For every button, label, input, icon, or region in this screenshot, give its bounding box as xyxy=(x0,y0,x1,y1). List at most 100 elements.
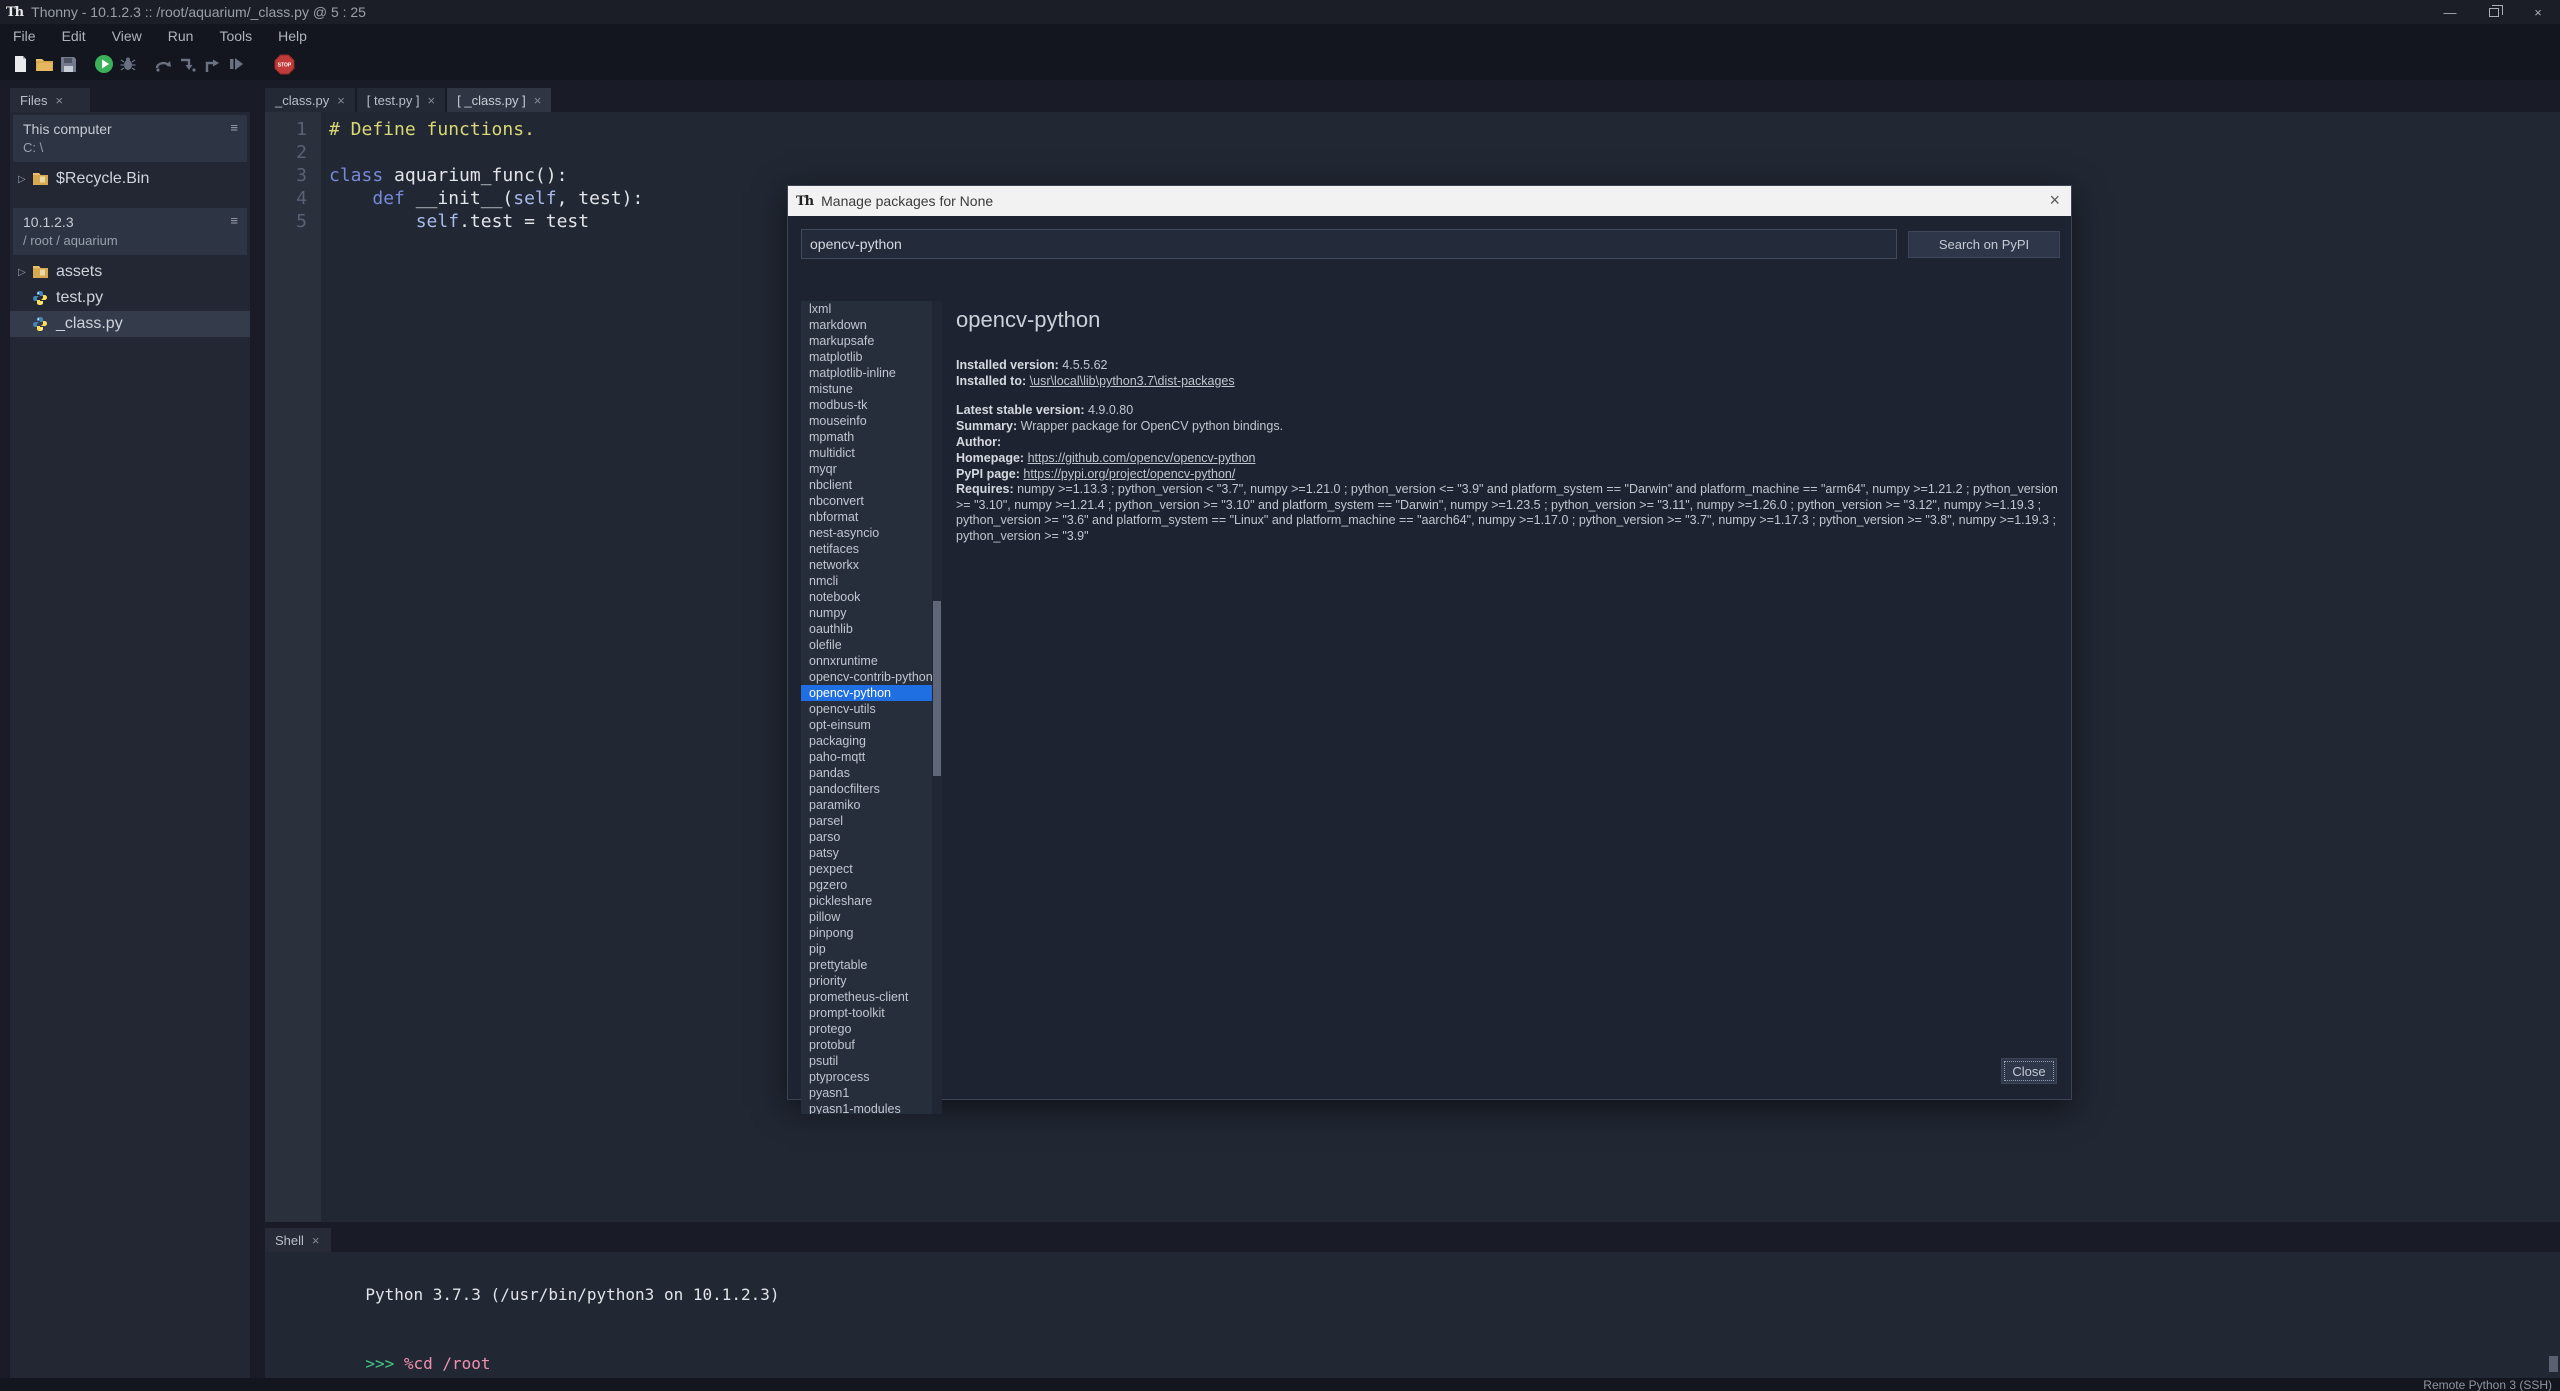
package-list-item[interactable]: markupsafe xyxy=(801,333,932,349)
expander-icon[interactable]: ▷ xyxy=(18,267,32,278)
package-list-item[interactable]: patsy xyxy=(801,845,932,861)
package-list-item[interactable]: protego xyxy=(801,1021,932,1037)
package-list-item[interactable]: numpy xyxy=(801,605,932,621)
tree-item[interactable]: ▷ _class.py xyxy=(10,311,250,337)
save-file-button[interactable] xyxy=(56,52,80,76)
dialog-close-icon[interactable]: × xyxy=(2049,190,2060,211)
menu-help[interactable]: Help xyxy=(265,24,320,48)
shell-scrollbar-thumb[interactable] xyxy=(2549,1356,2558,1372)
package-list-scrollbar[interactable] xyxy=(932,301,942,1114)
step-into-button[interactable] xyxy=(176,52,200,76)
shell-output[interactable]: Python 3.7.3 (/usr/bin/python3 on 10.1.2… xyxy=(265,1252,2560,1378)
package-list-item[interactable]: mpmath xyxy=(801,429,932,445)
close-window-button[interactable]: × xyxy=(2516,0,2560,24)
step-over-button[interactable] xyxy=(152,52,176,76)
package-list-item[interactable]: myqr xyxy=(801,461,932,477)
restore-button[interactable] xyxy=(2472,0,2516,24)
package-list-item[interactable]: matplotlib xyxy=(801,349,932,365)
menu-tools[interactable]: Tools xyxy=(206,24,265,48)
package-list-item[interactable]: mistune xyxy=(801,381,932,397)
package-list-item[interactable]: prometheus-client xyxy=(801,989,932,1005)
package-list-item[interactable]: psutil xyxy=(801,1053,932,1069)
package-list-item[interactable]: pyasn1-modules xyxy=(801,1101,932,1114)
package-list-item[interactable]: prettytable xyxy=(801,957,932,973)
package-list-item[interactable]: parso xyxy=(801,829,932,845)
menu-run[interactable]: Run xyxy=(155,24,207,48)
backend-indicator[interactable]: Remote Python 3 (SSH) xyxy=(2423,1378,2552,1391)
package-list-item[interactable]: pandas xyxy=(801,765,932,781)
package-list-item[interactable]: nmcli xyxy=(801,573,932,589)
package-list-item[interactable]: prompt-toolkit xyxy=(801,1005,932,1021)
package-list-item[interactable]: opencv-python xyxy=(801,685,932,701)
package-list-item[interactable]: modbus-tk xyxy=(801,397,932,413)
package-list-item[interactable]: nbconvert xyxy=(801,493,932,509)
package-list-item[interactable]: pyasn1 xyxy=(801,1085,932,1101)
package-list-item[interactable]: multidict xyxy=(801,445,932,461)
package-list-item[interactable]: parsel xyxy=(801,813,932,829)
package-list-item[interactable]: pandocfilters xyxy=(801,781,932,797)
package-list-item[interactable]: matplotlib-inline xyxy=(801,365,932,381)
run-button[interactable] xyxy=(92,52,116,76)
package-list-item[interactable]: paho-mqtt xyxy=(801,749,932,765)
package-list-item[interactable]: pinpong xyxy=(801,925,932,941)
package-list-item[interactable]: packaging xyxy=(801,733,932,749)
package-list-item[interactable]: nbclient xyxy=(801,477,932,493)
editor-tab[interactable]: [ _class.py ] × xyxy=(447,88,552,112)
package-list-item[interactable]: netifaces xyxy=(801,541,932,557)
package-list-item[interactable]: opencv-utils xyxy=(801,701,932,717)
dialog-titlebar[interactable]: Th Manage packages for None × xyxy=(788,186,2071,216)
package-list-item[interactable]: pickleshare xyxy=(801,893,932,909)
package-list-item[interactable]: networkx xyxy=(801,557,932,573)
package-search-input[interactable] xyxy=(801,229,1897,259)
package-list-item[interactable]: nbformat xyxy=(801,509,932,525)
files-tab-close-icon[interactable]: × xyxy=(55,93,63,108)
editor-tab[interactable]: _class.py × xyxy=(265,88,355,112)
package-list-item[interactable]: pgzero xyxy=(801,877,932,893)
tree-item[interactable]: ▷ test.py xyxy=(10,285,250,311)
editor-tab-close-icon[interactable]: × xyxy=(428,93,436,108)
package-list-item[interactable]: notebook xyxy=(801,589,932,605)
package-list-item[interactable]: nest-asyncio xyxy=(801,525,932,541)
package-list-item[interactable]: ptyprocess xyxy=(801,1069,932,1085)
menu-edit[interactable]: Edit xyxy=(49,24,99,48)
dialog-close-button[interactable]: Close xyxy=(2001,1058,2057,1084)
menu-file[interactable]: File xyxy=(0,24,49,48)
files-panel-tab[interactable]: Files × xyxy=(10,88,90,112)
shell-tab-close-icon[interactable]: × xyxy=(312,1233,320,1248)
menu-view[interactable]: View xyxy=(99,24,155,48)
package-list-item[interactable]: paramiko xyxy=(801,797,932,813)
package-list-item[interactable]: opencv-contrib-python xyxy=(801,669,932,685)
new-file-button[interactable] xyxy=(8,52,32,76)
tree-item[interactable]: ▷ assets xyxy=(10,259,250,285)
debug-button[interactable] xyxy=(116,52,140,76)
section-menu-icon[interactable]: ≡ xyxy=(230,120,238,135)
package-list-item[interactable]: olefile xyxy=(801,637,932,653)
shell-tab[interactable]: Shell × xyxy=(265,1228,331,1252)
package-list-item[interactable]: lxml xyxy=(801,301,932,317)
tree-item[interactable]: ▷ $Recycle.Bin xyxy=(10,166,250,192)
section-menu-icon[interactable]: ≡ xyxy=(230,213,238,228)
package-list-item[interactable]: mouseinfo xyxy=(801,413,932,429)
editor-tab-close-icon[interactable]: × xyxy=(337,93,345,108)
step-out-button[interactable] xyxy=(200,52,224,76)
package-list-item[interactable]: opt-einsum xyxy=(801,717,932,733)
expander-icon[interactable]: ▷ xyxy=(18,174,32,185)
package-list-item[interactable]: pip xyxy=(801,941,932,957)
package-list-item[interactable]: oauthlib xyxy=(801,621,932,637)
minimize-button[interactable]: — xyxy=(2428,0,2472,24)
editor-tab-close-icon[interactable]: × xyxy=(534,93,542,108)
resume-button[interactable] xyxy=(224,52,248,76)
package-list-item[interactable]: priority xyxy=(801,973,932,989)
detail-value: 4.5.5.62 xyxy=(1062,358,1108,372)
package-list-item[interactable]: pexpect xyxy=(801,861,932,877)
open-file-button[interactable] xyxy=(32,52,56,76)
python-icon xyxy=(33,317,47,331)
package-list-item[interactable]: pillow xyxy=(801,909,932,925)
scrollbar-thumb[interactable] xyxy=(933,601,941,776)
editor-tab[interactable]: [ test.py ] × xyxy=(356,88,446,112)
package-list-item[interactable]: markdown xyxy=(801,317,932,333)
search-on-pypi-button[interactable]: Search on PyPI xyxy=(1908,231,2060,258)
package-list-item[interactable]: protobuf xyxy=(801,1037,932,1053)
stop-button[interactable]: STOP xyxy=(272,52,296,76)
package-list-item[interactable]: onnxruntime xyxy=(801,653,932,669)
